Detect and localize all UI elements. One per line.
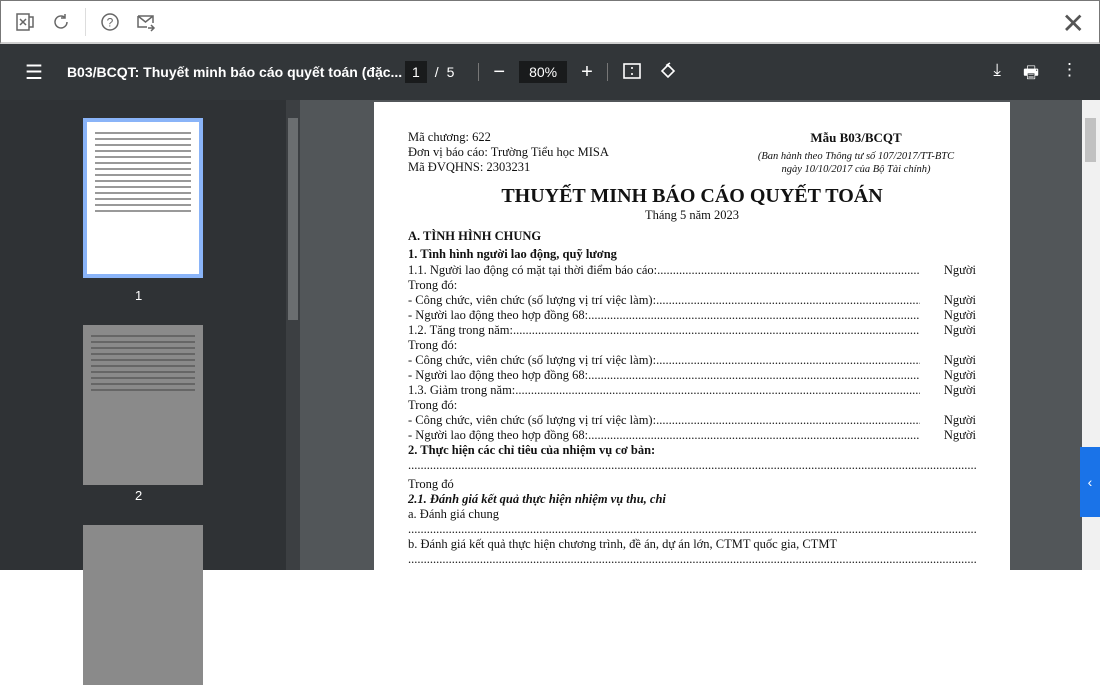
don-vi: Đơn vị báo cáo: Trường Tiểu học MISA xyxy=(408,145,609,159)
dotted-line xyxy=(408,552,976,567)
trong-do: Trong đó xyxy=(408,477,454,491)
labor-row: - Công chức, viên chức (số lượng vị trí … xyxy=(408,293,976,308)
zoom-level-input[interactable]: 80% xyxy=(519,61,568,83)
chevron-left-icon: ‹ xyxy=(1087,474,1093,490)
dotted-leader xyxy=(657,263,920,278)
help-icon[interactable]: ? xyxy=(98,10,122,34)
divider xyxy=(478,63,480,81)
page-separator: / xyxy=(434,64,439,80)
thumbnail-label: 1 xyxy=(135,288,143,303)
form-code: Mẫu B03/BCQT xyxy=(810,130,902,145)
dotted-leader xyxy=(513,323,920,338)
row-unit: Người xyxy=(943,293,976,307)
row-unit: Người xyxy=(943,323,976,337)
report-period: Tháng 5 năm 2023 xyxy=(644,208,740,222)
row-label: - Công chức, viên chức (số lượng vị trí … xyxy=(408,413,657,427)
dotted-line xyxy=(408,522,976,537)
ma-chuong: Mã chương: 622 xyxy=(408,130,491,144)
thumbnail-label: 2 xyxy=(135,488,143,503)
thumbnail-page-2[interactable] xyxy=(83,325,203,485)
issued-by: (Ban hành theo Thông tư số 107/2017/TT-B… xyxy=(757,151,955,162)
thumbnail-page-3[interactable] xyxy=(83,525,203,685)
row-unit: Người xyxy=(943,428,976,442)
issued-date: ngày 10/10/2017 của Bộ Tài chính) xyxy=(781,164,931,175)
print-icon[interactable]: 🖶 xyxy=(1023,60,1039,89)
send-mail-icon[interactable] xyxy=(134,10,158,34)
side-panel-toggle[interactable]: ‹ xyxy=(1080,447,1100,517)
zoom-in-button[interactable]: + xyxy=(581,61,593,84)
pdf-toolbar: ☰ B03/BCQT: Thuyết minh báo cáo quyết to… xyxy=(0,44,1100,100)
svg-text:?: ? xyxy=(107,15,114,29)
menu-icon[interactable]: ☰ xyxy=(25,60,43,85)
page-total: 5 xyxy=(446,64,455,80)
labor-row: - Người lao động theo hợp đồng 68: Người xyxy=(408,308,976,323)
page-number-input[interactable]: 1 xyxy=(404,61,427,83)
row-label: 1.1. Người lao động có mặt tại thời điểm… xyxy=(408,263,658,277)
row-unit: Người xyxy=(943,383,976,397)
document-title: B03/BCQT: Thuyết minh báo cáo quyết toán… xyxy=(66,64,403,80)
row-label: - Công chức, viên chức (số lượng vị trí … xyxy=(408,293,657,307)
thumbnail-sidebar: 1 2 xyxy=(0,100,300,685)
row-label: - Công chức, viên chức (số lượng vị trí … xyxy=(408,353,657,367)
row-unit: Người xyxy=(943,413,976,427)
zoom-out-button[interactable]: − xyxy=(493,61,505,84)
dotted-leader xyxy=(588,428,920,443)
labor-row: - Người lao động theo hợp đồng 68: Người xyxy=(408,368,976,383)
row-label: 1.3. Giảm trong năm: xyxy=(408,383,516,397)
refresh-icon[interactable] xyxy=(49,10,73,34)
row-label: - Người lao động theo hợp đồng 68: xyxy=(408,428,589,442)
labor-row: Trong đó: xyxy=(408,338,976,353)
row-label: Trong đó: xyxy=(408,278,458,292)
more-options-icon[interactable]: ⋮ xyxy=(1061,60,1078,89)
labor-row: Trong đó: xyxy=(408,398,976,413)
divider xyxy=(606,63,608,81)
document-viewer: Mã chương: 622 Đơn vị báo cáo: Trường Ti… xyxy=(300,100,1082,570)
section-2-1: 2.1. Đánh giá kết quả thực hiện nhiệm vụ… xyxy=(408,492,666,506)
item-a: a. Đánh giá chung xyxy=(408,507,499,521)
labor-row: 1.3. Giảm trong năm: Người xyxy=(408,383,976,398)
labor-row: - Người lao động theo hợp đồng 68: Người xyxy=(408,428,976,443)
main-scrollbar-thumb[interactable] xyxy=(1085,118,1096,162)
excel-icon[interactable] xyxy=(13,10,37,34)
item-b: b. Đánh giá kết quả thực hiện chương trì… xyxy=(408,537,838,551)
row-label: - Người lao động theo hợp đồng 68: xyxy=(408,308,589,322)
labor-row: 1.1. Người lao động có mặt tại thời điểm… xyxy=(408,263,976,278)
labor-row: - Công chức, viên chức (số lượng vị trí … xyxy=(408,353,976,368)
close-icon[interactable]: ✕ xyxy=(1062,7,1085,40)
labor-row: 1.2. Tăng trong năm: Người xyxy=(408,323,976,338)
section-2: 2. Thực hiện các chỉ tiêu của nhiệm vụ c… xyxy=(408,443,656,457)
section-a: A. TÌNH HÌNH CHUNG xyxy=(408,229,542,243)
section-1: 1. Tình hình người lao động, quỹ lương xyxy=(408,247,617,261)
labor-row: Trong đó: xyxy=(408,278,976,293)
row-unit: Người xyxy=(943,263,976,277)
thumbnail-page-1[interactable] xyxy=(83,118,203,278)
row-label: Trong đó: xyxy=(408,398,458,412)
dotted-leader xyxy=(656,293,920,308)
row-label: 1.2. Tăng trong năm: xyxy=(408,323,513,337)
row-label: - Người lao động theo hợp đồng 68: xyxy=(408,368,589,382)
row-unit: Người xyxy=(943,308,976,322)
labor-row: - Công chức, viên chức (số lượng vị trí … xyxy=(408,413,976,428)
pdf-page: Mã chương: 622 Đơn vị báo cáo: Trường Ti… xyxy=(374,102,1010,570)
app-topbar: ? ✕ xyxy=(0,0,1100,44)
dotted-line xyxy=(408,458,976,473)
row-unit: Người xyxy=(943,353,976,367)
row-unit: Người xyxy=(943,368,976,382)
dotted-leader xyxy=(588,308,920,323)
download-icon[interactable]: ⤓ xyxy=(993,60,1001,89)
dotted-leader xyxy=(656,353,920,368)
row-label: Trong đó: xyxy=(408,338,458,352)
fit-page-icon[interactable] xyxy=(622,61,642,84)
sidebar-scrollbar-thumb[interactable] xyxy=(288,118,298,320)
ma-dvqhns: Mã ĐVQHNS: 2303231 xyxy=(408,160,531,174)
rotate-icon[interactable] xyxy=(658,61,678,84)
dotted-leader xyxy=(588,368,920,383)
report-title: THUYẾT MINH BÁO CÁO QUYẾT TOÁN xyxy=(501,185,883,207)
dotted-leader xyxy=(656,413,920,428)
dotted-leader xyxy=(515,383,920,398)
divider xyxy=(85,7,86,36)
